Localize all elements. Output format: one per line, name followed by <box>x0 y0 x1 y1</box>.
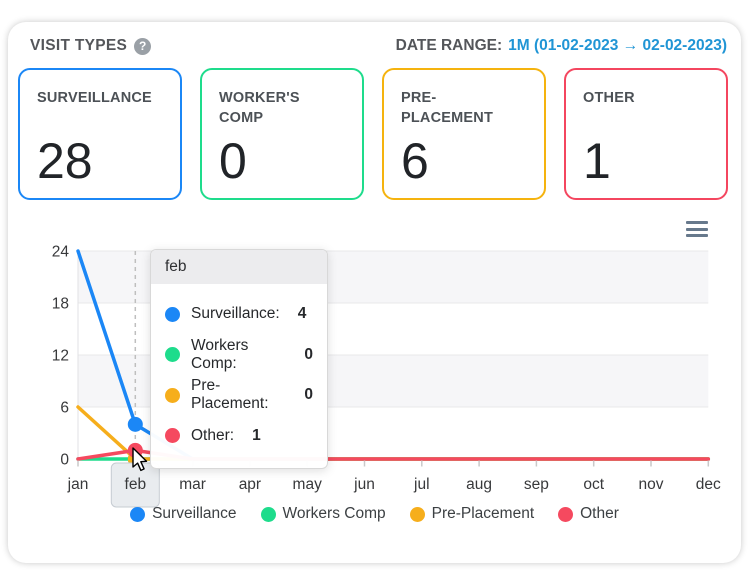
visits-line-chart[interactable]: janfebmaraprmayjunjulaugsepoctnovdec0612… <box>8 22 741 563</box>
x-axis-label: dec <box>696 476 721 493</box>
tooltip-value: 1 <box>252 427 261 445</box>
series-dot-icon <box>165 428 180 443</box>
data-point <box>128 417 143 432</box>
tooltip-label: Surveillance: <box>191 305 280 323</box>
y-axis-label: 18 <box>52 296 69 313</box>
tooltip-row: Pre-Placement: 0 <box>165 375 313 416</box>
series-dot-icon <box>165 307 180 322</box>
legend-item-workers-comp[interactable]: Workers Comp <box>261 505 386 523</box>
legend-item-surveillance[interactable]: Surveillance <box>130 505 236 523</box>
visit-types-panel: VISIT TYPES ? DATE RANGE: 1M (01-02-2023… <box>8 22 741 563</box>
tooltip-label: Pre-Placement: <box>191 377 286 413</box>
x-axis-label: sep <box>524 476 549 493</box>
x-axis-label: mar <box>179 476 206 493</box>
tooltip-value: 0 <box>304 386 313 404</box>
y-axis-label: 0 <box>60 452 69 469</box>
legend-label: Pre-Placement <box>432 505 535 523</box>
legend-label: Surveillance <box>152 505 236 523</box>
y-axis-label: 6 <box>60 400 69 417</box>
x-axis-label: apr <box>239 476 261 493</box>
chart-tooltip: feb Surveillance: 4 Workers Comp: 0 Pre-… <box>150 249 328 469</box>
legend-dot-icon <box>130 507 145 522</box>
series-dot-icon <box>165 347 180 362</box>
legend-label: Other <box>580 505 619 523</box>
x-axis-label: nov <box>639 476 664 493</box>
x-axis-label: jun <box>353 476 375 493</box>
x-axis-label: jul <box>413 476 430 493</box>
legend-dot-icon <box>558 507 573 522</box>
chart-legend: Surveillance Workers Comp Pre-Placement … <box>8 505 741 523</box>
x-axis-label: feb <box>125 476 147 493</box>
legend-item-other[interactable]: Other <box>558 505 619 523</box>
series-dot-icon <box>165 388 180 403</box>
tooltip-label: Workers Comp: <box>191 337 286 373</box>
y-axis-label: 24 <box>52 244 70 261</box>
x-axis-label: aug <box>466 476 492 493</box>
legend-label: Workers Comp <box>283 505 386 523</box>
tooltip-row: Surveillance: 4 <box>165 294 313 335</box>
tooltip-label: Other: <box>191 427 234 445</box>
legend-dot-icon <box>410 507 425 522</box>
x-axis-label: jan <box>67 476 89 493</box>
legend-dot-icon <box>261 507 276 522</box>
tooltip-row: Other: 1 <box>165 416 313 457</box>
legend-item-pre-placement[interactable]: Pre-Placement <box>410 505 535 523</box>
tooltip-row: Workers Comp: 0 <box>165 335 313 376</box>
x-axis-label: oct <box>583 476 604 493</box>
tooltip-value: 0 <box>304 346 313 364</box>
y-axis-label: 12 <box>52 348 69 365</box>
tooltip-title: feb <box>151 250 327 284</box>
x-axis-label: may <box>293 476 323 493</box>
mouse-cursor-icon <box>131 447 155 475</box>
tooltip-value: 4 <box>298 305 307 323</box>
